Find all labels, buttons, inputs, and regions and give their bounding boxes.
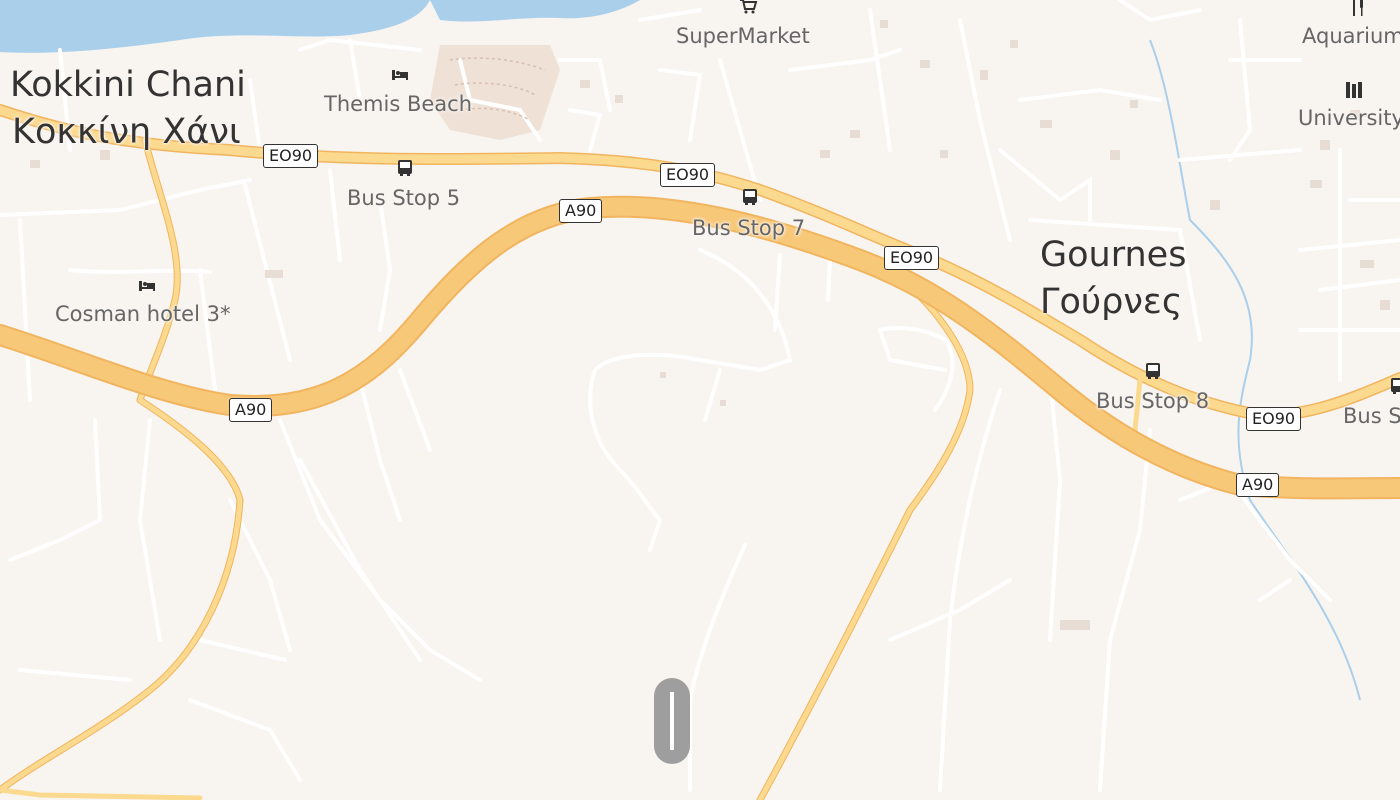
poi-label-university[interactable]: University (1298, 106, 1400, 130)
road-shield-eo90: EO90 (660, 163, 716, 187)
road-shield-eo90: EO90 (263, 144, 319, 168)
poi-label-aquarium[interactable]: Aquarium (1302, 24, 1400, 48)
hotel-icon[interactable] (137, 275, 157, 295)
poi-label-supermarket[interactable]: SuperMarket (676, 24, 810, 48)
map-canvas[interactable]: Kokkini Chani Κοκκίνη Χάνι Gournes Γούρν… (0, 0, 1400, 800)
road-shield-a90: A90 (229, 398, 273, 422)
poi-label-bus-stop-8[interactable]: Bus Stop 8 (1096, 389, 1209, 413)
bus-stop-icon[interactable] (740, 187, 760, 207)
hotel-icon[interactable] (390, 64, 410, 84)
road-shield-eo90: EO90 (1246, 407, 1302, 431)
poi-label-bus-stop-7[interactable]: Bus Stop 7 (692, 216, 805, 240)
place-label-kokkini-chani-en: Kokkini Chani (10, 65, 246, 105)
poi-label-bus-stop-edge[interactable]: Bus S (1343, 404, 1400, 428)
road-shield-eo90: EO90 (884, 246, 940, 270)
poi-label-bus-stop-5[interactable]: Bus Stop 5 (347, 186, 460, 210)
place-label-kokkini-chani-el: Κοκκίνη Χάνι (12, 112, 241, 152)
place-label-gournes-en: Gournes (1040, 235, 1187, 275)
sea-water-2 (430, 0, 640, 22)
road-shield-a90: A90 (559, 199, 603, 223)
poi-label-cosman-hotel[interactable]: Cosman hotel 3* (55, 302, 230, 326)
restaurant-icon[interactable] (1348, 0, 1368, 18)
bus-stop-icon[interactable] (1388, 376, 1400, 396)
runway-shape-inner (670, 692, 674, 750)
bus-stop-icon[interactable] (1143, 361, 1163, 381)
road-shield-a90: A90 (1236, 473, 1280, 497)
library-icon[interactable] (1344, 80, 1364, 100)
poi-label-themis-beach[interactable]: Themis Beach (324, 92, 472, 116)
bus-stop-icon[interactable] (395, 158, 415, 178)
place-label-gournes-el: Γούρνες (1040, 282, 1183, 322)
shop-icon[interactable] (738, 0, 758, 16)
